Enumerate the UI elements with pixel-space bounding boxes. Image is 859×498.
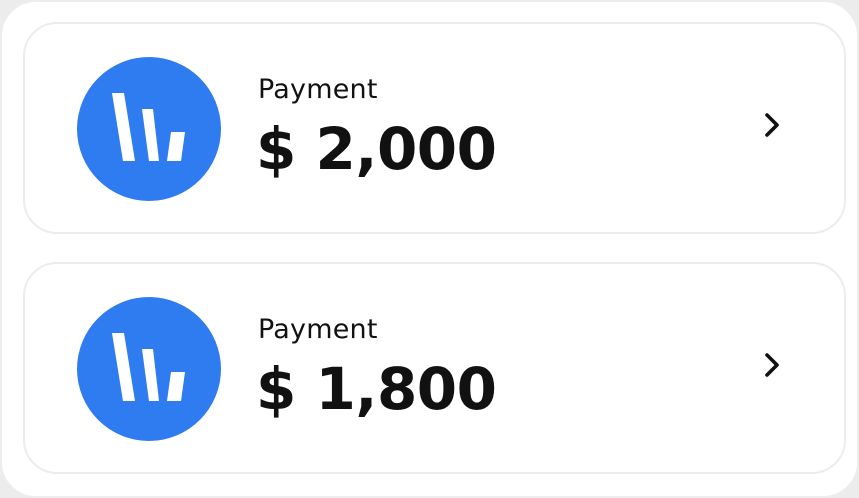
payment-amount: $ 1,800 bbox=[256, 355, 497, 423]
chevron-right-icon[interactable] bbox=[758, 350, 788, 380]
payment-label: Payment bbox=[258, 314, 378, 345]
payment-card[interactable]: Payment $ 2,000 bbox=[23, 22, 846, 234]
payment-card[interactable]: Payment $ 1,800 bbox=[23, 262, 846, 474]
bar-chart-icon bbox=[77, 57, 221, 201]
chevron-right-icon[interactable] bbox=[758, 110, 788, 140]
bar-chart-icon bbox=[77, 297, 221, 441]
payments-panel: Payment $ 2,000 Payment $ 1,800 bbox=[0, 0, 859, 498]
payment-label: Payment bbox=[258, 74, 378, 105]
payment-amount: $ 2,000 bbox=[256, 115, 497, 183]
